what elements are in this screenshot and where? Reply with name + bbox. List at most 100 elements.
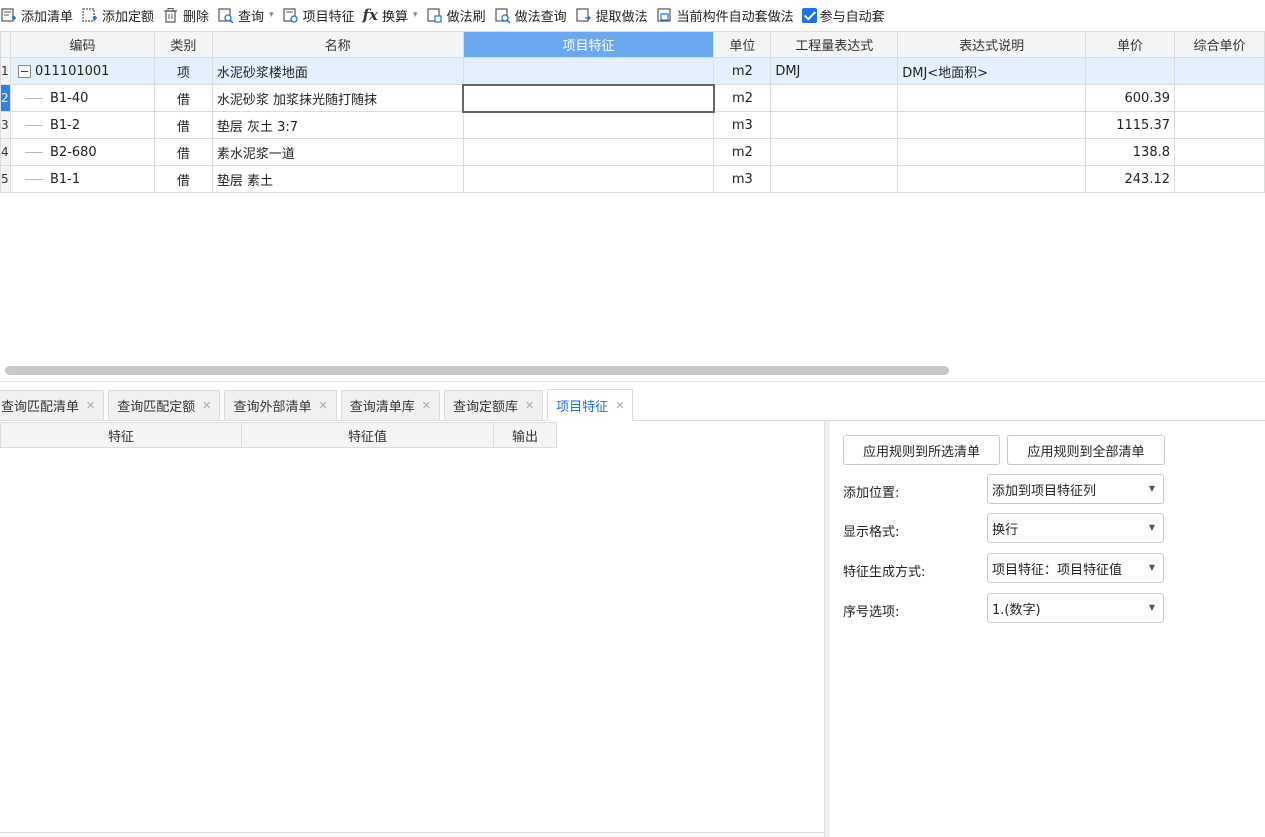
- cell-code[interactable]: B1-1: [9, 165, 155, 193]
- close-icon[interactable]: ✕: [615, 399, 624, 412]
- cell-feature[interactable]: [462, 138, 715, 166]
- cell-unit[interactable]: m3: [713, 111, 772, 139]
- col-header-name[interactable]: 名称: [211, 31, 464, 58]
- participate-auto-checkbox[interactable]: 参与自动套: [800, 0, 891, 30]
- add-quota-button[interactable]: 添加定额: [79, 0, 160, 30]
- apply-selected-button[interactable]: 应用规则到所选清单: [843, 435, 1000, 465]
- horizontal-scrollbar[interactable]: [5, 366, 949, 375]
- row-index[interactable]: 5: [0, 165, 11, 193]
- cell-price[interactable]: 1115.37: [1085, 111, 1175, 139]
- row-index[interactable]: 2: [0, 84, 11, 112]
- cell-name[interactable]: 水泥砂浆 加浆抹光随打随抹: [211, 84, 464, 112]
- close-icon[interactable]: ✕: [202, 399, 211, 412]
- cell-type[interactable]: 借: [153, 165, 213, 193]
- cell-feature[interactable]: [462, 111, 715, 139]
- add-position-select[interactable]: 添加到项目特征列 ▼: [987, 474, 1164, 504]
- cell-feature[interactable]: [462, 57, 715, 85]
- extract-method-button[interactable]: 提取做法: [573, 0, 654, 30]
- cell-price[interactable]: 138.8: [1085, 138, 1175, 166]
- display-format-select[interactable]: 换行 ▼: [987, 513, 1164, 543]
- table-row[interactable]: 1 011101001 项 水泥砂浆楼地面 m2 DMJ DMJ<地面积>: [0, 57, 1265, 85]
- col-header-total-price[interactable]: 综合单价: [1174, 31, 1265, 58]
- add-list-button[interactable]: 添加清单: [0, 0, 79, 30]
- close-icon[interactable]: ✕: [422, 399, 431, 412]
- table-row[interactable]: 2 B1-40 借 水泥砂浆 加浆抹光随打随抹 m2 600.39: [0, 83, 1265, 113]
- delete-button[interactable]: 删除: [160, 0, 215, 30]
- cell-type[interactable]: 借: [153, 138, 213, 166]
- row-index[interactable]: 1: [0, 57, 11, 85]
- tab-query-match-list[interactable]: 查询匹配清单 ✕: [0, 390, 105, 420]
- cell-total-price[interactable]: [1174, 111, 1265, 139]
- method-query-button[interactable]: 做法查询: [492, 0, 573, 30]
- apply-all-button[interactable]: 应用规则到全部清单: [1007, 435, 1165, 465]
- tab-query-match-quota[interactable]: 查询匹配定额 ✕: [108, 390, 221, 420]
- cell-feature-editing[interactable]: [462, 83, 715, 113]
- col-header-feature[interactable]: 项目特征: [462, 31, 715, 58]
- cell-total-price[interactable]: [1174, 57, 1265, 85]
- cell-price[interactable]: 600.39: [1085, 84, 1175, 112]
- cell-name[interactable]: 素水泥浆一道: [211, 138, 464, 166]
- cell-type[interactable]: 项: [153, 57, 213, 85]
- col-header-feature-value[interactable]: 特征值: [241, 422, 494, 448]
- numbering-select[interactable]: 1.(数字) ▼: [987, 593, 1164, 623]
- cell-expr-desc[interactable]: [897, 84, 1087, 112]
- col-header-unit[interactable]: 单位: [713, 31, 772, 58]
- auto-method-button[interactable]: 当前构件自动套做法: [654, 0, 800, 30]
- numbering-value: 1.(数字): [992, 602, 1041, 618]
- row-index[interactable]: 4: [0, 138, 11, 166]
- cell-unit[interactable]: m2: [713, 138, 772, 166]
- table-row[interactable]: 3 B1-2 借 垫层 灰土 3:7 m3 1115.37: [0, 111, 1265, 139]
- cell-expr-desc[interactable]: [897, 111, 1087, 139]
- tab-query-external-list[interactable]: 查询外部清单 ✕: [224, 390, 337, 420]
- tab-query-quota-library[interactable]: 查询定额库 ✕: [443, 390, 544, 420]
- cell-code[interactable]: B2-680: [9, 138, 155, 166]
- cell-unit[interactable]: m2: [713, 84, 772, 112]
- cell-total-price[interactable]: [1174, 138, 1265, 166]
- cell-expr[interactable]: [770, 165, 899, 193]
- col-header-output[interactable]: 输出: [493, 422, 557, 448]
- col-header-expr[interactable]: 工程量表达式: [770, 31, 899, 58]
- col-header-price[interactable]: 单价: [1085, 31, 1175, 58]
- col-header-expr-desc[interactable]: 表达式说明: [897, 31, 1087, 58]
- cell-unit[interactable]: m3: [713, 165, 772, 193]
- cell-price[interactable]: [1085, 57, 1175, 85]
- cell-expr-desc[interactable]: [897, 138, 1087, 166]
- cell-unit[interactable]: m2: [713, 57, 772, 85]
- cell-code[interactable]: B1-40: [9, 84, 155, 112]
- cell-expr[interactable]: [770, 111, 899, 139]
- cell-code[interactable]: 011101001: [9, 57, 155, 85]
- cell-total-price[interactable]: [1174, 84, 1265, 112]
- cell-expr[interactable]: DMJ: [770, 57, 899, 85]
- tab-query-list-library[interactable]: 查询清单库 ✕: [340, 390, 440, 420]
- cell-code[interactable]: B1-2: [9, 111, 155, 139]
- close-icon[interactable]: ✕: [318, 399, 327, 412]
- cell-expr[interactable]: [770, 84, 899, 112]
- query-button[interactable]: 查询 ▾: [215, 0, 280, 30]
- cell-feature[interactable]: [462, 165, 715, 193]
- cell-expr-desc[interactable]: DMJ<地面积>: [897, 57, 1087, 85]
- col-header-code[interactable]: 编码: [9, 31, 155, 58]
- convert-button[interactable]: fx 换算 ▾: [361, 0, 424, 30]
- cell-type[interactable]: 借: [153, 84, 213, 112]
- close-icon[interactable]: ✕: [525, 399, 534, 412]
- table-row[interactable]: 4 B2-680 借 素水泥浆一道 m2 138.8: [0, 138, 1265, 166]
- method-brush-button[interactable]: 做法刷: [424, 0, 492, 30]
- cell-total-price[interactable]: [1174, 165, 1265, 193]
- table-row[interactable]: 5 B1-1 借 垫层 素土 m3 243.12: [0, 165, 1265, 193]
- item-features-button[interactable]: 项目特征: [280, 0, 361, 30]
- collapse-icon[interactable]: [17, 64, 31, 78]
- col-header-type[interactable]: 类别: [153, 31, 213, 58]
- row-index[interactable]: 3: [0, 111, 11, 139]
- generation-mode-select[interactable]: 项目特征：项目特征值 ▼: [987, 553, 1164, 583]
- cell-expr-desc[interactable]: [897, 165, 1087, 193]
- cell-expr[interactable]: [770, 138, 899, 166]
- cell-price[interactable]: 243.12: [1085, 165, 1175, 193]
- cell-name[interactable]: 水泥砂浆楼地面: [211, 57, 464, 85]
- cell-type[interactable]: 借: [153, 111, 213, 139]
- close-icon[interactable]: ✕: [86, 399, 95, 412]
- pane-divider[interactable]: [0, 381, 1265, 382]
- col-header-feature-name[interactable]: 特征: [0, 422, 242, 448]
- cell-name[interactable]: 垫层 素土: [211, 165, 464, 193]
- cell-name[interactable]: 垫层 灰土 3:7: [211, 111, 464, 139]
- tab-item-features[interactable]: 项目特征 ✕: [547, 389, 634, 421]
